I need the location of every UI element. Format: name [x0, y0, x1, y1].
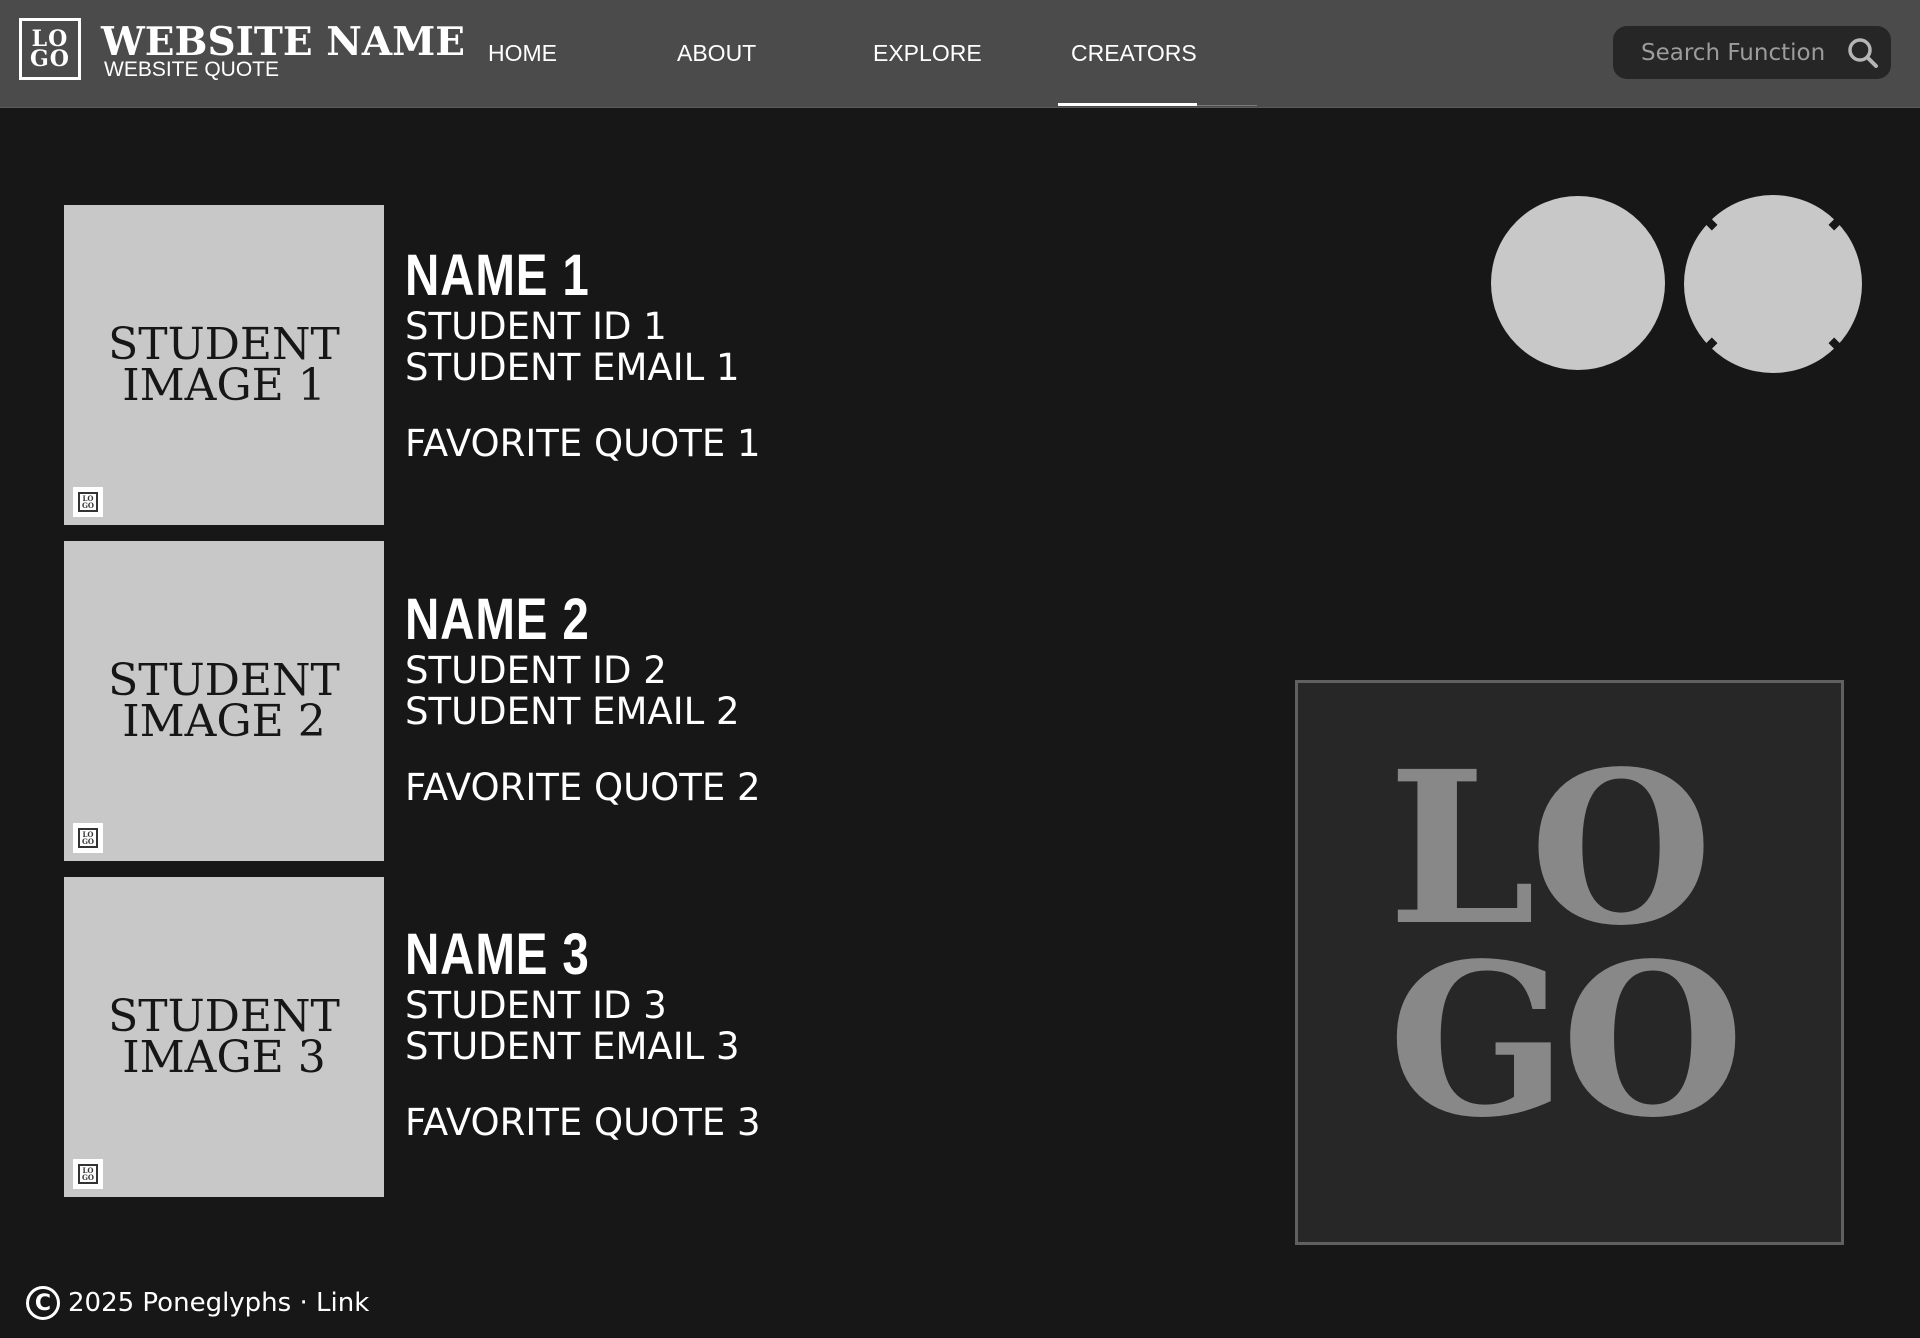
student-image-label-line1: STUDENT [108, 319, 340, 370]
nav-active-indicator [1058, 103, 1197, 106]
student-image-label-line2: IMAGE 2 [122, 696, 326, 747]
student-id: STUDENT ID 2 [405, 649, 667, 692]
student-name: NAME 2 [405, 587, 590, 652]
big-logo-text: LO GO [1388, 744, 1744, 1164]
mini-logo-line2: GO [81, 837, 95, 846]
student-name: NAME 3 [405, 922, 590, 987]
search-icon[interactable] [1847, 37, 1879, 69]
student-image-3: STUDENT IMAGE 3 [64, 877, 384, 1197]
student-image-label-line1: STUDENT [108, 991, 340, 1042]
student-card-2: STUDENT IMAGE 2 LO GO [64, 541, 384, 861]
search-bar[interactable] [1613, 26, 1891, 79]
nav-creators[interactable]: CREATORS [1071, 40, 1197, 67]
student-email[interactable]: STUDENT EMAIL 3 [405, 1026, 761, 1067]
student-info-3: NAME 3 STUDENT ID 3 STUDENT EMAIL 3 FAVO… [405, 922, 761, 1144]
student-card-1: STUDENT IMAGE 1 LO GO [64, 205, 384, 525]
student-id: STUDENT ID 3 [405, 984, 667, 1027]
main-nav: HOME ABOUT EXPLORE CREATORS [0, 0, 1300, 107]
footer-link[interactable]: Link [316, 1288, 369, 1318]
big-logo-line2: GO [1388, 917, 1744, 1164]
footer-text: 2025 Poneglyphs · [68, 1288, 317, 1318]
mini-logo-line2: GO [81, 501, 95, 510]
student-quote: FAVORITE QUOTE 3 [405, 1101, 761, 1144]
mini-logo-icon: LO GO [73, 823, 103, 853]
student-image-label-line1: STUDENT [108, 655, 340, 706]
social-icon-1[interactable] [1491, 196, 1665, 370]
mini-logo-icon: LO GO [73, 1159, 103, 1189]
nav-explore[interactable]: EXPLORE [873, 40, 982, 67]
big-logo: LO GO [1295, 680, 1844, 1245]
student-info-2: NAME 2 STUDENT ID 2 STUDENT EMAIL 2 FAVO… [405, 587, 761, 809]
mini-logo-line2: GO [81, 1173, 95, 1182]
top-navbar: LO GO WEBSITE NAME WEBSITE QUOTE HOME AB… [0, 0, 1920, 108]
student-image-label-line2: IMAGE 1 [122, 360, 326, 411]
search-input[interactable] [1639, 38, 1833, 68]
student-image-1: STUDENT IMAGE 1 [64, 205, 384, 525]
student-quote: FAVORITE QUOTE 2 [405, 766, 761, 809]
nav-about[interactable]: ABOUT [677, 40, 756, 67]
student-image-label-line2: IMAGE 3 [122, 1032, 326, 1083]
mini-logo-icon: LO GO [73, 487, 103, 517]
student-image-2: STUDENT IMAGE 2 [64, 541, 384, 861]
social-icon-2[interactable] [1683, 194, 1863, 374]
copyright-icon: C [26, 1286, 60, 1320]
nav-home[interactable]: HOME [488, 40, 557, 67]
student-name: NAME 1 [405, 243, 590, 308]
student-card-3: STUDENT IMAGE 3 LO GO [64, 877, 384, 1197]
footer: C 2025 Poneglyphs · Link [26, 1283, 369, 1323]
nav-indicator-track [1197, 105, 1257, 106]
student-id: STUDENT ID 1 [405, 305, 667, 348]
student-quote: FAVORITE QUOTE 1 [405, 422, 761, 465]
student-email[interactable]: STUDENT EMAIL 1 [405, 347, 761, 388]
student-email[interactable]: STUDENT EMAIL 2 [405, 691, 761, 732]
student-info-1: NAME 1 STUDENT ID 1 STUDENT EMAIL 1 FAVO… [405, 243, 761, 465]
